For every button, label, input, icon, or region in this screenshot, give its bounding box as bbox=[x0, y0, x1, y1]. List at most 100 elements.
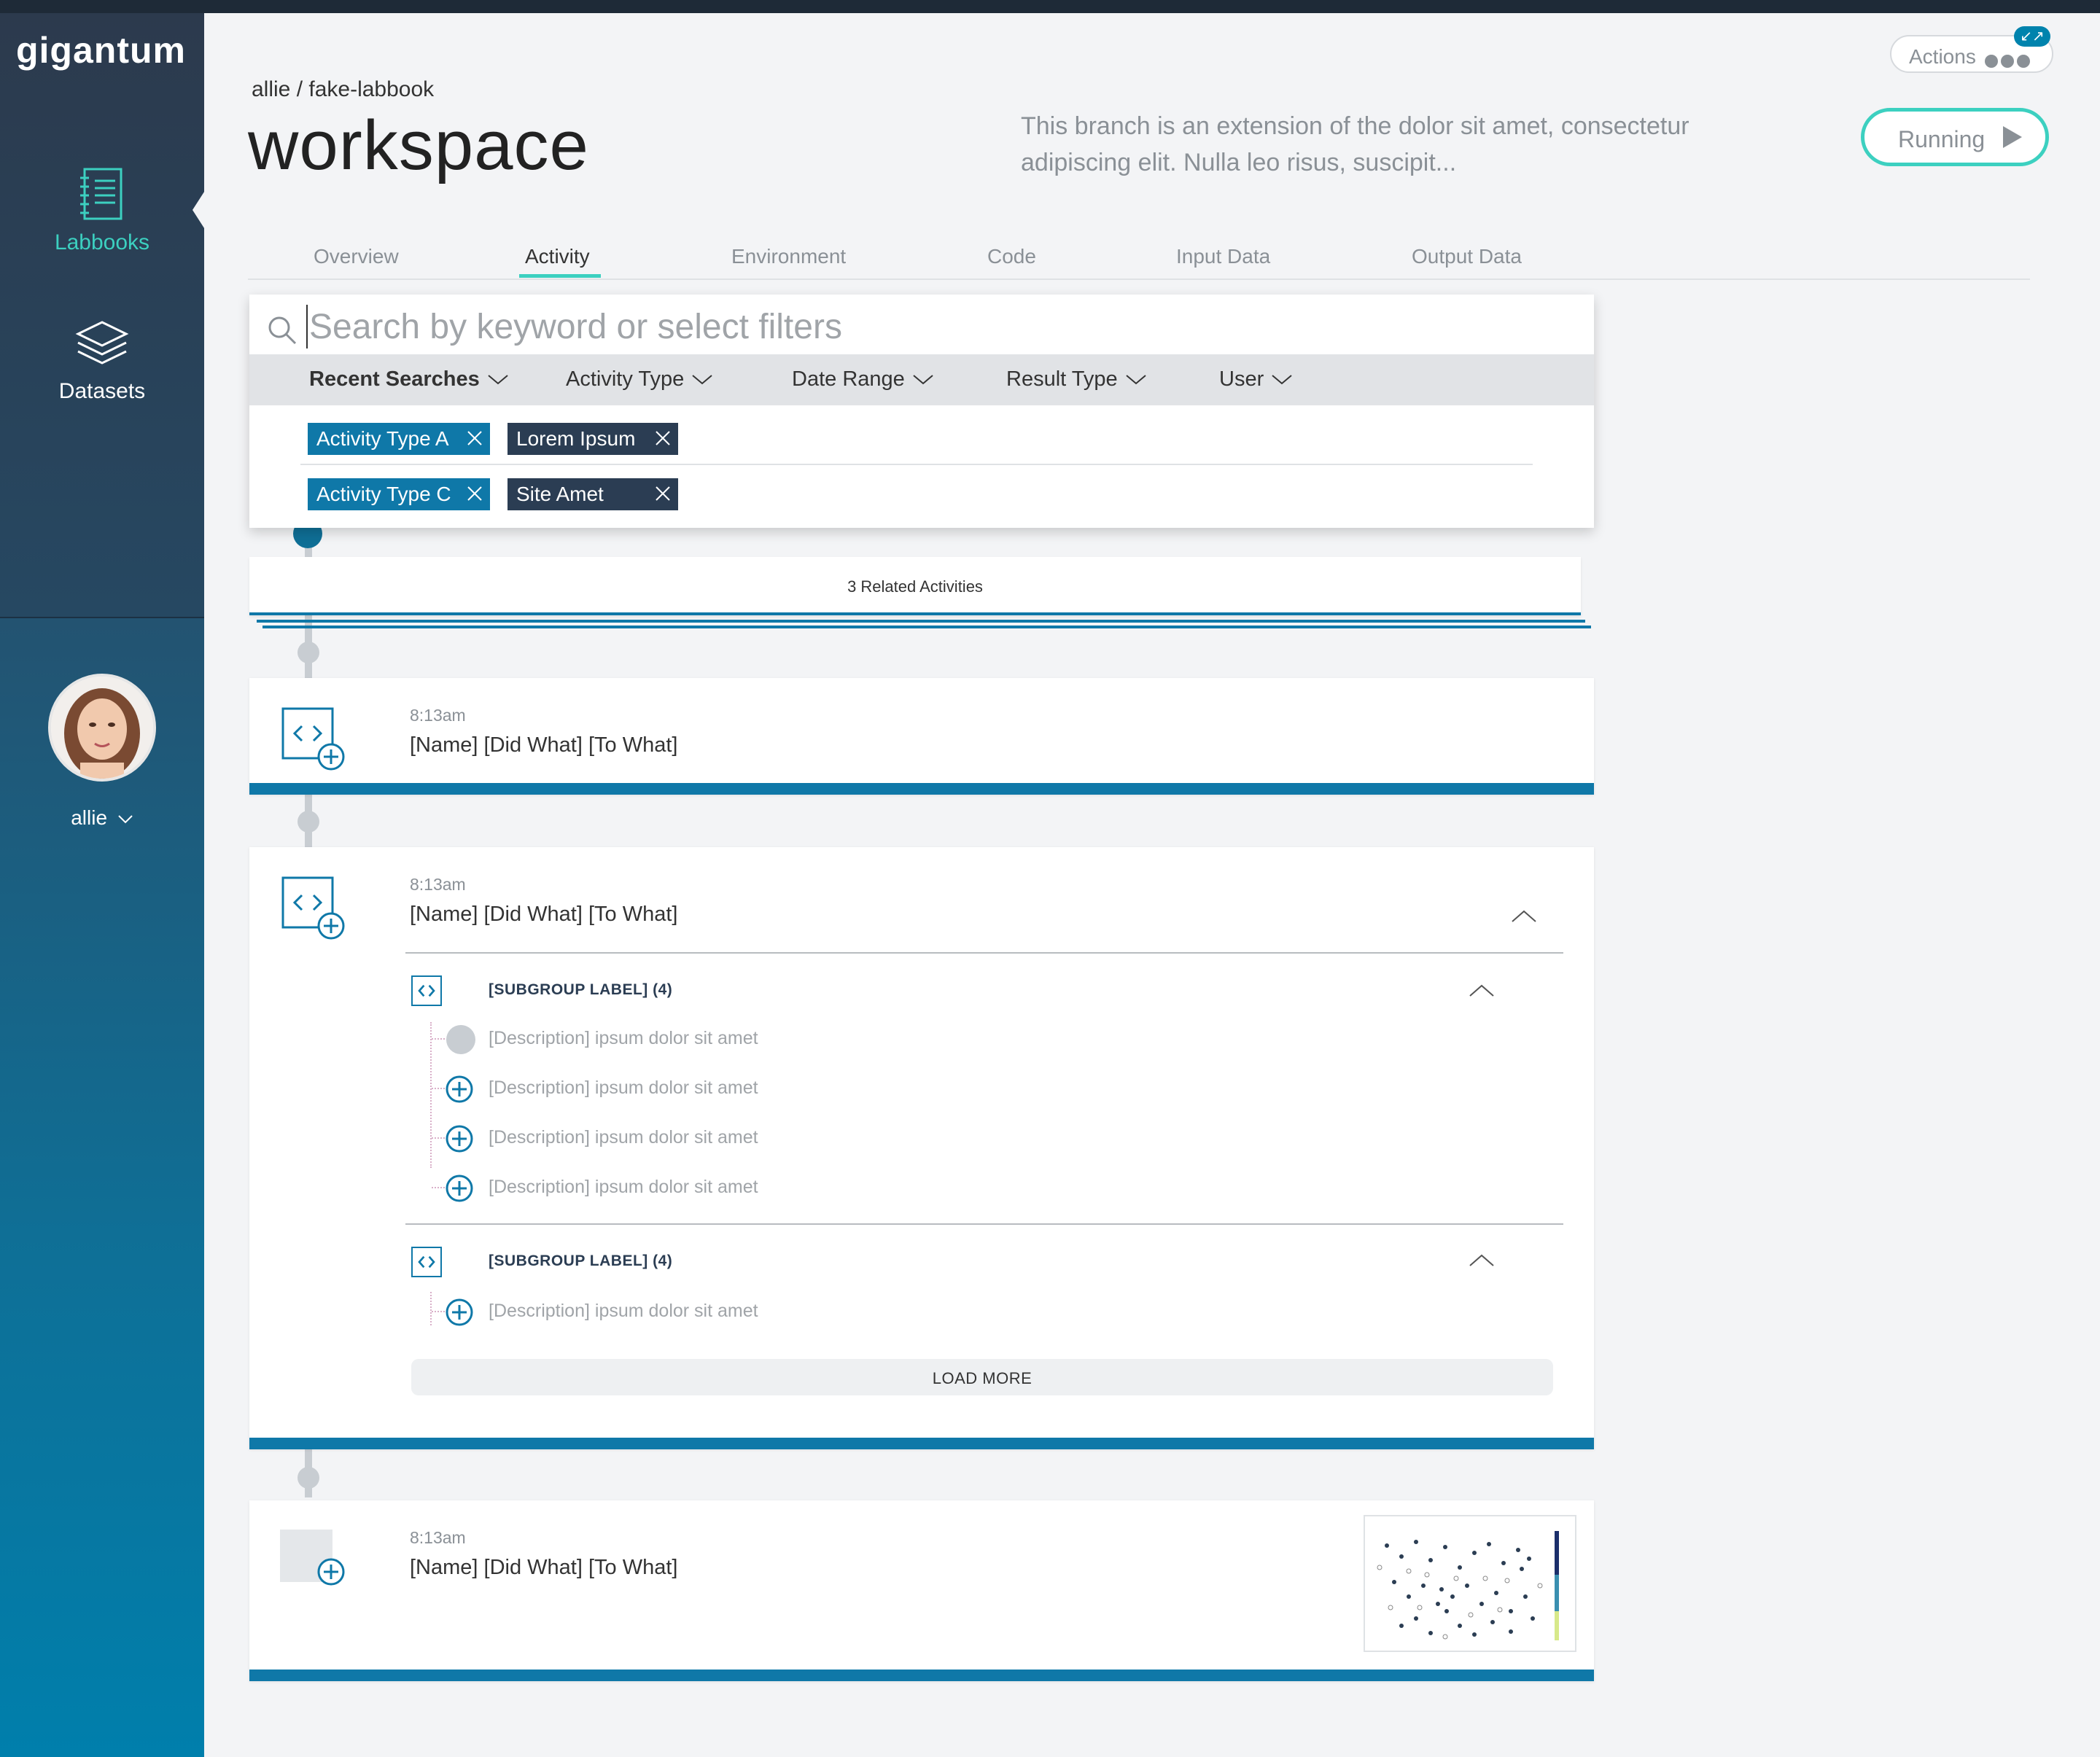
activity-card[interactable]: 8:13am [Name] [Did What] [To What] bbox=[249, 678, 1594, 795]
activity-headline: [Name] [Did What] [To What] bbox=[410, 1556, 678, 1579]
activity-headline: [Name] [Did What] [To What] bbox=[410, 733, 678, 757]
chip-label: Lorem Ipsum bbox=[516, 427, 636, 450]
sidebar-item-label: Datasets bbox=[58, 379, 146, 403]
breadcrumb[interactable]: allie / fake-labbook bbox=[252, 77, 434, 102]
tab-overview[interactable]: Overview bbox=[314, 245, 399, 268]
filter-chip: Activity Type C bbox=[308, 478, 490, 510]
tree-line bbox=[430, 1292, 432, 1325]
filter-recent-searches[interactable]: Recent Searches bbox=[309, 367, 509, 391]
filter-date-range[interactable]: Date Range bbox=[792, 367, 934, 391]
tree-branch bbox=[432, 1187, 445, 1188]
separator bbox=[405, 1223, 1563, 1225]
chevron-down-icon bbox=[1125, 375, 1146, 385]
subgroup-item: [Description] ipsum dolor sit amet bbox=[489, 1127, 758, 1148]
chevron-down-icon bbox=[1272, 375, 1292, 385]
filter-activity-type[interactable]: Activity Type bbox=[566, 367, 713, 391]
chip-divider bbox=[300, 464, 1533, 465]
sidebar: gigantum Labbooks Datasets allie bbox=[0, 13, 206, 1757]
active-nav-caret bbox=[192, 190, 206, 230]
active-tab-indicator bbox=[519, 274, 601, 278]
app-logo[interactable]: gigantum bbox=[16, 29, 186, 71]
close-icon[interactable] bbox=[655, 486, 671, 502]
notebook-icon bbox=[80, 168, 122, 220]
close-icon[interactable] bbox=[655, 430, 671, 446]
actions-label: Actions bbox=[1909, 45, 1976, 68]
timeline-dot bbox=[298, 811, 319, 833]
close-icon[interactable] bbox=[467, 430, 483, 446]
tree-branch bbox=[432, 1311, 445, 1312]
user-name: allie bbox=[71, 806, 108, 829]
chevron-up-icon[interactable] bbox=[1511, 908, 1537, 923]
network-graph-thumbnail[interactable] bbox=[1364, 1515, 1576, 1652]
add-circle-icon[interactable] bbox=[445, 1298, 474, 1327]
add-circle-icon[interactable] bbox=[445, 1174, 474, 1203]
chevron-down-icon bbox=[692, 375, 712, 385]
add-circle-icon[interactable] bbox=[316, 1557, 346, 1586]
activity-time: 8:13am bbox=[410, 1528, 466, 1547]
user-menu[interactable]: allie bbox=[0, 806, 204, 830]
tab-activity[interactable]: Activity bbox=[525, 245, 590, 268]
sidebar-nav: gigantum Labbooks Datasets bbox=[0, 13, 206, 618]
search-icon bbox=[268, 316, 297, 345]
tab-bar: Overview Activity Environment Code Input… bbox=[248, 241, 2030, 280]
more-dots-icon bbox=[1985, 50, 2033, 73]
filter-label: Activity Type bbox=[566, 367, 685, 391]
avatar[interactable] bbox=[48, 674, 156, 782]
separator bbox=[405, 952, 1563, 954]
filter-bar: Recent Searches Activity Type Date Range… bbox=[249, 354, 1594, 405]
load-more-button[interactable]: LOAD MORE bbox=[411, 1359, 1553, 1395]
filter-chip: Lorem Ipsum bbox=[508, 423, 678, 455]
chevron-up-icon[interactable] bbox=[1469, 1253, 1495, 1267]
subgroup-item: [Description] ipsum dolor sit amet bbox=[489, 1078, 758, 1098]
chevron-down-icon bbox=[913, 375, 933, 385]
filter-label: Result Type bbox=[1006, 367, 1118, 391]
expand-arrows-icon[interactable]: ↙↗ bbox=[2014, 26, 2050, 47]
close-icon[interactable] bbox=[467, 486, 483, 502]
subgroup-label: [SUBGROUP LABEL] (4) bbox=[489, 1253, 673, 1269]
tab-input-data[interactable]: Input Data bbox=[1176, 245, 1270, 268]
add-circle-icon[interactable] bbox=[445, 1124, 474, 1153]
filter-result-type[interactable]: Result Type bbox=[1006, 367, 1147, 391]
search-input[interactable] bbox=[306, 305, 1546, 348]
filter-user[interactable]: User bbox=[1219, 367, 1293, 391]
sidebar-item-label: Labbooks bbox=[54, 230, 150, 254]
tree-branch bbox=[432, 1137, 445, 1139]
chip-label: Site Amet bbox=[516, 483, 604, 505]
filter-label: Date Range bbox=[792, 367, 905, 391]
chevron-up-icon[interactable] bbox=[1469, 983, 1495, 997]
tab-code[interactable]: Code bbox=[987, 245, 1036, 268]
filter-label: Recent Searches bbox=[309, 367, 480, 391]
tree-branch bbox=[432, 1038, 445, 1040]
related-activities-group[interactable]: 3 Related Activities bbox=[249, 557, 1581, 615]
tab-environment[interactable]: Environment bbox=[731, 245, 846, 268]
page-title: workspace bbox=[248, 106, 589, 184]
filter-chip: Site Amet bbox=[508, 478, 678, 510]
code-icon bbox=[411, 1247, 442, 1277]
branch-description: This branch is an extension of the dolor… bbox=[1021, 112, 1689, 176]
stack-line bbox=[262, 626, 1591, 628]
tab-output-data[interactable]: Output Data bbox=[1412, 245, 1522, 268]
subgroup-item: [Description] ipsum dolor sit amet bbox=[489, 1028, 758, 1048]
timeline-dot bbox=[298, 642, 319, 663]
add-circle-icon[interactable] bbox=[445, 1075, 474, 1104]
activity-headline: [Name] [Did What] [To What] bbox=[410, 903, 678, 926]
layers-icon bbox=[75, 321, 129, 365]
code-icon bbox=[411, 975, 442, 1006]
status-running-button[interactable]: Running bbox=[1861, 108, 2049, 166]
filter-chip: Activity Type A bbox=[308, 423, 490, 455]
stack-line bbox=[257, 620, 1585, 623]
chip-label: Activity Type C bbox=[316, 483, 451, 505]
chip-label: Activity Type A bbox=[316, 427, 449, 450]
activity-card[interactable]: 8:13am [Name] [Did What] [To What] bbox=[249, 1500, 1594, 1681]
code-add-icon bbox=[281, 876, 345, 940]
sidebar-item-labbooks[interactable]: Labbooks bbox=[0, 166, 204, 255]
activity-card-expanded: 8:13am [Name] [Did What] [To What] [SUBG… bbox=[249, 847, 1594, 1449]
scatter-thumbnail-image bbox=[1365, 1516, 1575, 1651]
sidebar-item-datasets[interactable]: Datasets bbox=[0, 319, 204, 404]
tree-line bbox=[430, 1022, 432, 1168]
play-icon bbox=[2003, 126, 2022, 148]
search-panel: Recent Searches Activity Type Date Range… bbox=[249, 295, 1594, 528]
chevron-down-icon bbox=[488, 375, 508, 385]
activity-time: 8:13am bbox=[410, 706, 466, 725]
subgroup-label: [SUBGROUP LABEL] (4) bbox=[489, 981, 673, 998]
